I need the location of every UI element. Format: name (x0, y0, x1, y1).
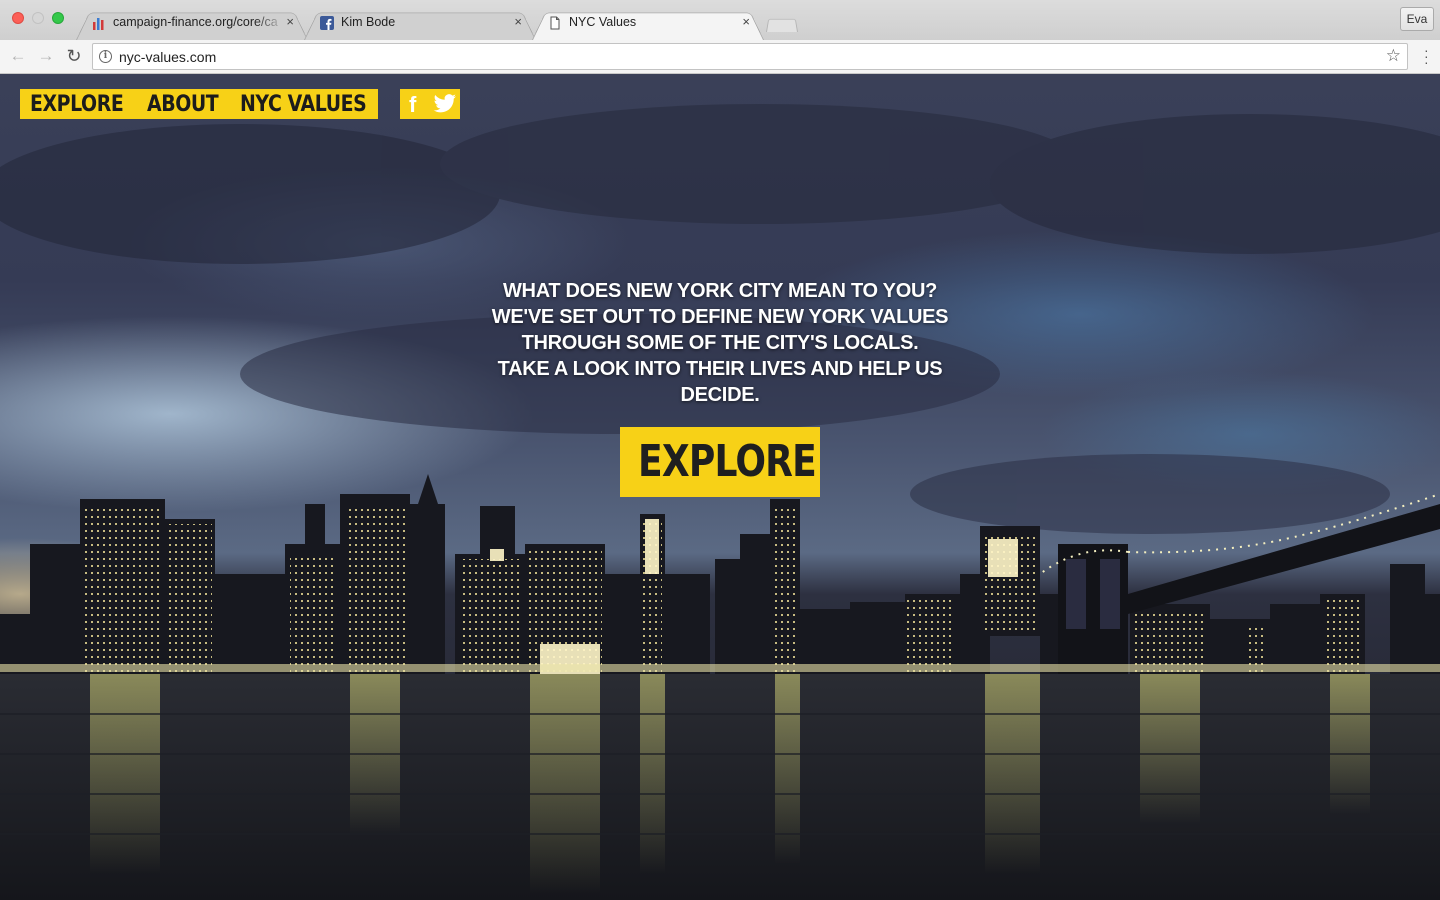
tab-campaign-finance[interactable]: campaign-finance.org/core/ca × (76, 8, 308, 40)
bookmark-star-icon[interactable]: ☆ (1386, 46, 1401, 66)
site-nav: EXPLORE ABOUT NYC VALUES (20, 89, 378, 119)
close-tab-icon[interactable]: × (286, 14, 294, 29)
reload-icon[interactable]: ↻ (64, 46, 84, 66)
bar-chart-favicon-icon (93, 18, 104, 30)
facebook-icon[interactable]: f (409, 92, 416, 118)
info-icon[interactable]: i (99, 50, 112, 63)
tab-title: Kim Bode (341, 15, 396, 29)
browser-tab-strip: campaign-finance.org/core/ca × Kim Bode … (0, 0, 1440, 40)
explore-cta-button[interactable]: EXPLORE (620, 427, 820, 497)
hero-background: EXPLORE ABOUT NYC VALUES f WHAT DOES NEW… (0, 74, 1440, 900)
tab-title: campaign-finance.org/core/ca (113, 15, 278, 29)
explore-cta-label: EXPLORE (638, 436, 817, 487)
close-tab-icon[interactable]: × (742, 14, 750, 29)
new-tab-button[interactable] (766, 16, 798, 32)
hero-line: WE'VE SET OUT TO DEFINE NEW YORK VALUES (491, 306, 949, 328)
close-window-button[interactable] (12, 12, 24, 24)
twitter-bird-icon[interactable] (433, 93, 457, 115)
tab-title: NYC Values (569, 15, 637, 29)
social-links: f (400, 89, 460, 119)
facebook-favicon-icon (320, 16, 334, 30)
hero-line: DECIDE. (680, 384, 760, 406)
hero-line: WHAT DOES NEW YORK CITY MEAN TO YOU? (502, 280, 938, 302)
browser-toolbar: ← → ↻ i nyc-values.com ☆ · · · (0, 40, 1440, 74)
address-bar[interactable]: i nyc-values.com ☆ (92, 43, 1408, 70)
profile-button[interactable]: Eva (1400, 7, 1434, 31)
hero-line: TAKE A LOOK INTO THEIR LIVES AND HELP US (497, 358, 943, 380)
minimize-window-button[interactable] (32, 12, 44, 24)
page-favicon-icon (550, 16, 560, 30)
nav-explore-link[interactable]: EXPLORE (30, 92, 131, 117)
url-text[interactable]: nyc-values.com (119, 49, 216, 65)
close-tab-icon[interactable]: × (514, 14, 522, 29)
back-arrow-icon[interactable]: ← (8, 46, 28, 66)
forward-arrow-icon[interactable]: → (36, 46, 56, 66)
browser-menu-icon[interactable]: · · · (1424, 43, 1429, 69)
tab-kim-bode[interactable]: Kim Bode × (304, 8, 536, 40)
nav-about-link[interactable]: ABOUT (147, 92, 227, 117)
nav-nyc-values-link[interactable]: NYC VALUES (240, 92, 367, 117)
zoom-window-button[interactable] (52, 12, 64, 24)
tab-nyc-values[interactable]: NYC Values × (532, 8, 764, 40)
hero-line: THROUGH SOME OF THE CITY'S LOCALS. (521, 332, 919, 354)
hero-intro-text: WHAT DOES NEW YORK CITY MEAN TO YOU? WE'… (470, 278, 970, 408)
